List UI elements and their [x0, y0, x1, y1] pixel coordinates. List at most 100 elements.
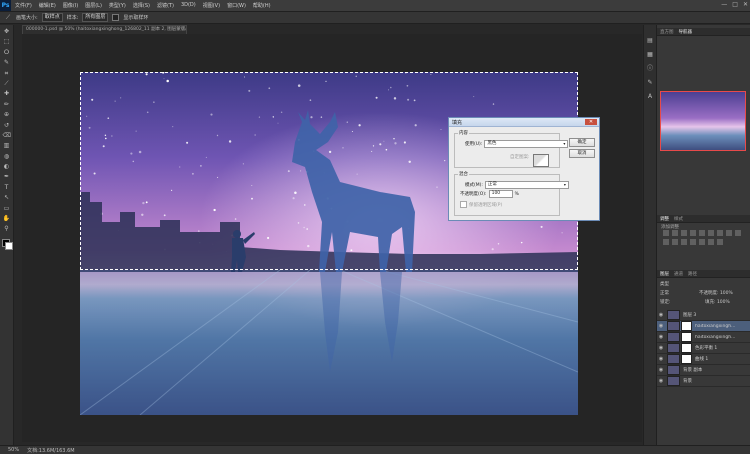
layer-blend-mode[interactable]: 正常 — [660, 290, 669, 296]
eyedropper-icon[interactable]: ⟋ — [3, 80, 11, 88]
eyedropper-tool-icon[interactable]: ⟋ — [4, 14, 12, 22]
menu-item[interactable]: 滤镜(T) — [157, 2, 174, 9]
layer-filter-kind[interactable]: 类型 — [660, 281, 669, 287]
zoom-level[interactable]: 50% — [8, 447, 19, 453]
menu-item[interactable]: 类型(Y) — [109, 2, 126, 9]
navigator-thumbnail[interactable] — [660, 91, 746, 151]
history-panel-icon[interactable]: ▤ — [646, 37, 654, 45]
layer-row[interactable]: ◉ 背景 — [657, 376, 750, 387]
move-icon[interactable]: ✥ — [3, 28, 11, 36]
layer-row[interactable]: ◉ 曲线 1 — [657, 354, 750, 365]
menu-item[interactable]: 视图(V) — [203, 2, 220, 9]
visibility-eye-icon[interactable]: ◉ — [657, 345, 665, 351]
visibility-eye-icon[interactable]: ◉ — [657, 334, 665, 340]
background-color-swatch[interactable] — [4, 241, 13, 250]
dodge-icon[interactable]: ◐ — [3, 163, 11, 171]
adjustment-icon[interactable] — [690, 230, 696, 236]
menu-item[interactable]: 图像(I) — [63, 2, 78, 9]
preserve-transparency-checkbox[interactable] — [460, 201, 467, 208]
menu-item[interactable]: 图层(L) — [85, 2, 102, 9]
properties-panel-icon[interactable]: ▦ — [646, 51, 654, 59]
tab-channels[interactable]: 通道 — [674, 271, 683, 277]
adjustment-icon[interactable] — [681, 239, 687, 245]
visibility-eye-icon[interactable]: ◉ — [657, 367, 665, 373]
adjustment-icon[interactable] — [663, 239, 669, 245]
zoom-icon[interactable]: ⚲ — [3, 225, 11, 233]
gradient-icon[interactable]: ▥ — [3, 142, 11, 150]
pattern-preview-swatch[interactable] — [533, 154, 549, 167]
tab-layers[interactable]: 图层 — [660, 271, 669, 277]
brush-icon[interactable]: ✏ — [3, 101, 11, 109]
mode-select[interactable]: 正常 — [484, 181, 569, 189]
layer-mask-thumbnail[interactable] — [681, 321, 692, 331]
visibility-eye-icon[interactable]: ◉ — [657, 356, 665, 362]
sample-layers-select[interactable]: 所有图层 — [82, 13, 109, 22]
layer-fill[interactable]: 填充: 100% — [705, 299, 730, 305]
adjustment-icon[interactable] — [690, 239, 696, 245]
use-select[interactable]: 黑色 — [484, 140, 569, 148]
layer-opacity[interactable]: 不透明度: 100% — [699, 290, 733, 296]
maximize-button[interactable]: □ — [732, 1, 738, 8]
tab-adjustments[interactable]: 调整 — [660, 216, 669, 222]
dialog-title-bar[interactable]: 填充 ✕ — [449, 118, 599, 127]
quick-select-icon[interactable]: ✎ — [3, 59, 11, 67]
adjustment-icon[interactable] — [717, 239, 723, 245]
adjustment-icon[interactable] — [717, 230, 723, 236]
tab-paths[interactable]: 路径 — [688, 271, 697, 277]
adjustment-icon[interactable] — [672, 230, 678, 236]
stamp-icon[interactable]: ⊕ — [3, 111, 11, 119]
adjustment-icon[interactable] — [726, 230, 732, 236]
layer-row[interactable]: ◉ 背景 副本 — [657, 365, 750, 376]
path-select-icon[interactable]: ↖ — [3, 194, 11, 202]
sample-size-select[interactable]: 取样点 — [41, 13, 63, 22]
menu-item[interactable]: 窗口(W) — [227, 2, 246, 9]
cancel-button[interactable]: 取消 — [569, 149, 595, 158]
adjustment-icon[interactable] — [699, 239, 705, 245]
eraser-icon[interactable]: ⌫ — [3, 132, 11, 140]
close-window-button[interactable]: ✕ — [743, 1, 748, 8]
pen-icon[interactable]: ✒ — [3, 173, 11, 181]
menu-item[interactable]: 帮助(H) — [253, 2, 271, 9]
menu-item[interactable]: 文件(F) — [15, 2, 32, 9]
visibility-eye-icon[interactable]: ◉ — [657, 378, 665, 384]
layer-mask-thumbnail[interactable] — [681, 354, 692, 364]
shape-icon[interactable]: ▭ — [3, 205, 11, 213]
blur-icon[interactable]: ◍ — [3, 153, 11, 161]
crop-icon[interactable]: ⌗ — [3, 70, 11, 78]
layer-row[interactable]: ◉ 图层 3 — [657, 310, 750, 321]
adjustment-icon[interactable] — [663, 230, 669, 236]
visibility-eye-icon[interactable]: ◉ — [657, 312, 665, 318]
lasso-icon[interactable]: ⵔ — [3, 49, 11, 57]
tab-styles[interactable]: 样式 — [674, 216, 683, 222]
dialog-close-button[interactable]: ✕ — [585, 119, 597, 125]
menu-item[interactable]: 编辑(E) — [39, 2, 56, 9]
info-panel-icon[interactable]: ⓘ — [646, 65, 654, 73]
adjustment-icon[interactable] — [681, 230, 687, 236]
minimize-button[interactable]: — — [721, 1, 727, 8]
marquee-icon[interactable]: ⬚ — [3, 38, 11, 46]
adjustment-icon[interactable] — [735, 230, 741, 236]
layer-row[interactable]: ◉ haitoxiangxingh... — [657, 321, 750, 332]
layer-mask-thumbnail[interactable] — [681, 343, 692, 353]
healing-icon[interactable]: ✚ — [3, 90, 11, 98]
text-icon[interactable]: T — [3, 184, 11, 192]
opacity-input[interactable]: 100 — [488, 190, 513, 198]
menu-item[interactable]: 选择(S) — [133, 2, 150, 9]
layer-row[interactable]: ◉ 色彩平衡 1 — [657, 343, 750, 354]
layer-row[interactable]: ◉ haitoxiangxingh... — [657, 332, 750, 343]
color-swatches[interactable] — [1, 238, 13, 250]
brush-panel-icon[interactable]: ✎ — [646, 79, 654, 87]
tab-navigator[interactable]: 导航器 — [679, 29, 693, 35]
visibility-eye-icon[interactable]: ◉ — [657, 323, 665, 329]
tab-histogram[interactable]: 直方图 — [660, 29, 674, 35]
menu-item[interactable]: 3D(D) — [181, 2, 196, 9]
adjustment-icon[interactable] — [708, 239, 714, 245]
adjustment-icon[interactable] — [672, 239, 678, 245]
show-ring-checkbox[interactable] — [112, 14, 120, 21]
ok-button[interactable]: 确定 — [569, 138, 595, 147]
layer-mask-thumbnail[interactable] — [681, 332, 692, 342]
history-brush-icon[interactable]: ↺ — [3, 122, 11, 130]
character-panel-icon[interactable]: A — [646, 93, 654, 101]
adjustment-icon[interactable] — [699, 230, 705, 236]
adjustment-icon[interactable] — [708, 230, 714, 236]
